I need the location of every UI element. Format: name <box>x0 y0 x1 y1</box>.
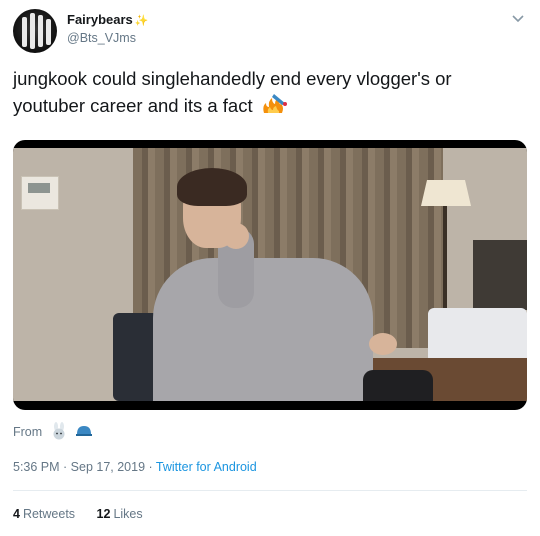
cup <box>363 370 433 401</box>
hand <box>223 223 249 249</box>
likes-stat[interactable]: 12 Likes <box>97 507 143 521</box>
lamp <box>421 180 471 206</box>
person-hair <box>177 168 247 206</box>
display-name[interactable]: Fairybears ✨ <box>67 12 148 27</box>
divider <box>13 490 527 491</box>
timestamp[interactable]: 5:36 PM · Sep 17, 2019 · <box>13 460 153 474</box>
chevron-down-icon[interactable] <box>510 10 526 26</box>
sparkle-icon: ✨ <box>134 15 149 27</box>
tweet-text: jungkook could singlehandedly end every … <box>13 68 452 116</box>
blue-cap-icon <box>76 426 93 436</box>
tweet-metadata: 5:36 PM · Sep 17, 2019 · Twitter for And… <box>13 460 257 474</box>
source-note: From <box>13 422 93 440</box>
user-handle[interactable]: @Bts_VJms <box>67 31 136 45</box>
source-client-link[interactable]: Twitter for Android <box>156 460 257 474</box>
person-body <box>153 258 373 401</box>
video-player[interactable] <box>13 140 527 410</box>
thermostat <box>21 176 59 210</box>
retweets-stat[interactable]: 4 Retweets <box>13 507 75 521</box>
engagement-stats: 4 Retweets 12 Likes <box>13 507 143 521</box>
avatar[interactable] <box>13 9 57 53</box>
bunny-icon <box>53 422 65 440</box>
video-frame[interactable] <box>13 148 527 401</box>
fire-crown-icon <box>263 94 287 113</box>
hand-holding-food <box>369 333 397 355</box>
bed <box>428 308 527 363</box>
television <box>473 240 527 310</box>
